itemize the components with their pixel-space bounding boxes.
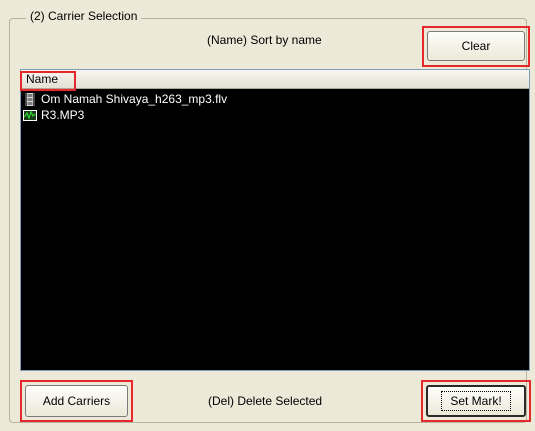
list-item[interactable]: R3.MP3 [23,107,84,123]
delete-hint: (Del) Delete Selected [208,394,323,408]
set-mark-label: Set Mark! [441,391,511,411]
list-header: Name [21,70,529,89]
list-item-label: Om Namah Shivaya_h263_mp3.flv [41,92,228,106]
film-strip-icon [25,92,35,106]
carrier-list[interactable]: Name Om Namah Shivaya_h263_mp3.flv R3.MP… [20,69,530,371]
audio-waveform-icon [23,109,37,121]
set-mark-button[interactable]: Set Mark! [426,385,526,417]
list-item[interactable]: Om Namah Shivaya_h263_mp3.flv [23,91,227,107]
clear-button[interactable]: Clear [427,31,525,61]
sort-hint: (Name) Sort by name [207,33,322,47]
list-item-label: R3.MP3 [41,108,85,122]
group-title: (2) Carrier Selection [26,9,142,23]
add-carriers-button[interactable]: Add Carriers [25,385,128,417]
name-header-highlight [20,71,76,91]
